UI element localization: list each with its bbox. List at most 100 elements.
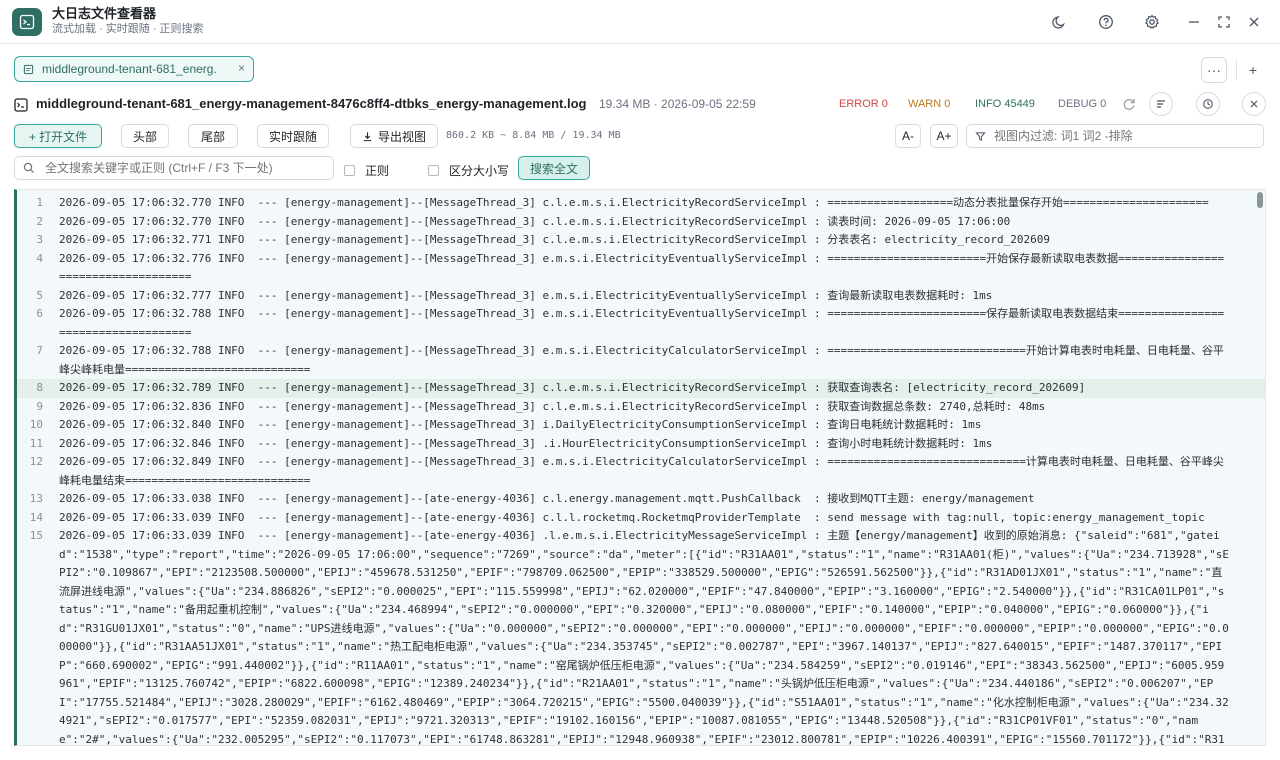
line-number: 7: [36, 344, 43, 357]
log-line[interactable]: 2 2026-09-05 17:06:32.770 INFO --- [energ…: [17, 213, 1265, 232]
line-number: 5: [36, 288, 43, 302]
line-number: 3: [36, 233, 43, 246]
fulltext-search-field[interactable]: [14, 156, 334, 180]
tab-close-icon[interactable]: ×: [238, 61, 245, 75]
line-number: 1: [36, 196, 43, 209]
file-tab[interactable]: middleground-tenant-681_energ... ×: [14, 56, 254, 82]
line-text: 2026-09-05 17:06:33.038 INFO --- [energy…: [59, 492, 1035, 505]
line-text: 2026-09-05 17:06:32.846 INFO --- [energy…: [59, 436, 993, 450]
log-line[interactable]: 6 2026-09-05 17:06:32.788 INFO --- [energ…: [17, 305, 1265, 342]
line-text: 2026-09-05 17:06:32.776 INFO --- [energy…: [59, 251, 1225, 284]
log-line[interactable]: 7 2026-09-05 17:06:32.788 INFO --- [energ…: [17, 342, 1265, 379]
line-number: 4: [36, 251, 43, 265]
line-number: 15: [29, 529, 43, 542]
case-checkbox-box[interactable]: [428, 165, 439, 176]
line-text: 2026-09-05 17:06:32.777 INFO --- [energy…: [59, 288, 993, 302]
log-line[interactable]: 14 2026-09-05 17:06:33.039 INFO --- [ener…: [17, 509, 1265, 528]
log-viewer[interactable]: 1 2026-09-05 17:06:32.770 INFO --- [energ…: [14, 189, 1266, 746]
export-view-label: 导出视图: [377, 129, 426, 144]
log-line[interactable]: 1 2026-09-05 17:06:32.770 INFO --- [energ…: [17, 194, 1265, 213]
settings-gear-icon[interactable]: [1142, 12, 1162, 32]
jump-head-button[interactable]: 头部: [121, 124, 169, 148]
level-debug-count[interactable]: DEBUG 0: [1058, 98, 1106, 110]
export-view-button[interactable]: 导出视图: [350, 124, 438, 148]
line-text: 2026-09-05 17:06:32.770 INFO --- [energy…: [59, 196, 1209, 209]
view-range-text: 860.2 KB ~ 8.84 MB / 19.34 MB: [446, 130, 621, 141]
log-lines: 1 2026-09-05 17:06:32.770 INFO --- [energ…: [17, 190, 1265, 746]
level-info-count[interactable]: INFO 45449: [975, 98, 1035, 110]
line-number: 12: [29, 455, 43, 468]
regex-checkbox-label: 正则: [365, 164, 390, 178]
close-file-icon[interactable]: [1242, 92, 1266, 116]
font-increase-button[interactable]: A+: [930, 124, 958, 148]
line-number: 10: [29, 418, 43, 431]
log-line[interactable]: 9 2026-09-05 17:06:32.836 INFO --- [energ…: [17, 398, 1265, 417]
open-file-button[interactable]: + 打开文件: [14, 124, 102, 148]
refresh-icon[interactable]: [1122, 97, 1136, 114]
help-icon[interactable]: [1096, 12, 1116, 32]
file-header: middleground-tenant-681_energy-managemen…: [14, 94, 1270, 116]
line-number: 8: [36, 381, 43, 394]
view-filter-field[interactable]: [966, 124, 1264, 148]
font-decrease-button[interactable]: A-: [895, 124, 921, 148]
fulltext-search-input[interactable]: [45, 161, 333, 175]
case-sensitive-checkbox[interactable]: 区分大小写: [428, 162, 509, 179]
regex-checkbox-box[interactable]: [344, 165, 355, 176]
line-text: 2026-09-05 17:06:32.836 INFO --- [energy…: [59, 399, 1046, 413]
line-number: 6: [36, 307, 43, 320]
line-text: 2026-09-05 17:06:32.770 INFO --- [energy…: [59, 214, 1011, 228]
scrollbar-thumb[interactable]: [1257, 192, 1263, 208]
search-all-button[interactable]: 搜索全文: [518, 156, 590, 180]
case-checkbox-label: 区分大小写: [449, 164, 510, 178]
log-line[interactable]: 4 2026-09-05 17:06:32.776 INFO --- [energ…: [17, 250, 1265, 287]
line-number: 9: [36, 399, 43, 413]
line-number: 14: [29, 510, 43, 524]
line-text: 2026-09-05 17:06:32.849 INFO --- [energy…: [59, 455, 1224, 487]
log-line[interactable]: 15 2026-09-05 17:06:33.039 INFO --- [ener…: [17, 527, 1265, 746]
line-text: 2026-09-05 17:06:33.039 INFO --- [energy…: [59, 529, 1229, 746]
level-warn-count[interactable]: WARN 0: [908, 98, 950, 110]
jump-tail-button[interactable]: 尾部: [188, 124, 238, 148]
line-text: 2026-09-05 17:06:32.788 INFO --- [energy…: [59, 307, 1225, 339]
title-bar: 大日志文件查看器 流式加载 · 实时跟随 · 正则搜索: [0, 0, 1280, 44]
log-line[interactable]: 13 2026-09-05 17:06:33.038 INFO --- [ener…: [17, 490, 1265, 509]
maximize-icon[interactable]: [1214, 12, 1234, 32]
log-line[interactable]: 3 2026-09-05 17:06:32.771 INFO --- [energ…: [17, 231, 1265, 250]
terminal-app-icon: [12, 8, 42, 36]
minimize-icon[interactable]: [1184, 12, 1204, 32]
file-name: middleground-tenant-681_energy-managemen…: [36, 96, 587, 111]
regex-checkbox[interactable]: 正则: [344, 162, 389, 179]
log-line[interactable]: 11 2026-09-05 17:06:32.846 INFO --- [ener…: [17, 435, 1265, 454]
new-tab-button[interactable]: +: [1240, 57, 1266, 83]
line-number: 11: [29, 436, 43, 450]
line-number: 13: [29, 492, 43, 505]
app-subtitle: 流式加载 · 实时跟随 · 正则搜索: [52, 23, 204, 35]
log-line[interactable]: 10 2026-09-05 17:06:32.840 INFO --- [ener…: [17, 416, 1265, 435]
history-icon[interactable]: [1196, 92, 1220, 116]
follow-button[interactable]: 实时跟随: [257, 124, 329, 148]
line-text: 2026-09-05 17:06:33.039 INFO --- [energy…: [59, 510, 1205, 524]
file-tab-icon: [23, 64, 34, 74]
file-meta: 19.34 MB · 2026-09-05 22:59: [599, 97, 756, 111]
line-text: 2026-09-05 17:06:32.840 INFO --- [energy…: [59, 418, 982, 431]
file-icon: [14, 98, 28, 115]
log-line[interactable]: 8 2026-09-05 17:06:32.789 INFO --- [energ…: [17, 379, 1265, 398]
line-text: 2026-09-05 17:06:32.771 INFO --- [energy…: [59, 233, 1051, 246]
file-tab-label: middleground-tenant-681_energ...: [42, 62, 218, 76]
level-error-count[interactable]: ERROR 0: [839, 98, 888, 110]
filter-funnel-icon: [975, 131, 986, 141]
wrap-lines-icon[interactable]: [1149, 92, 1173, 116]
close-window-icon[interactable]: [1244, 12, 1264, 32]
search-icon: [23, 162, 34, 173]
download-icon: [363, 131, 372, 141]
app-title: 大日志文件查看器: [52, 6, 157, 21]
tabbar-divider: [1236, 60, 1237, 80]
log-line[interactable]: 5 2026-09-05 17:06:32.777 INFO --- [energ…: [17, 287, 1265, 306]
line-text: 2026-09-05 17:06:32.789 INFO --- [energy…: [59, 381, 1086, 394]
theme-moon-icon[interactable]: [1050, 12, 1070, 32]
view-filter-input[interactable]: [994, 129, 1244, 143]
line-number: 2: [36, 214, 43, 228]
tab-more-button[interactable]: ···: [1201, 57, 1227, 83]
line-text: 2026-09-05 17:06:32.788 INFO --- [energy…: [59, 344, 1224, 376]
log-line[interactable]: 12 2026-09-05 17:06:32.849 INFO --- [ener…: [17, 453, 1265, 490]
